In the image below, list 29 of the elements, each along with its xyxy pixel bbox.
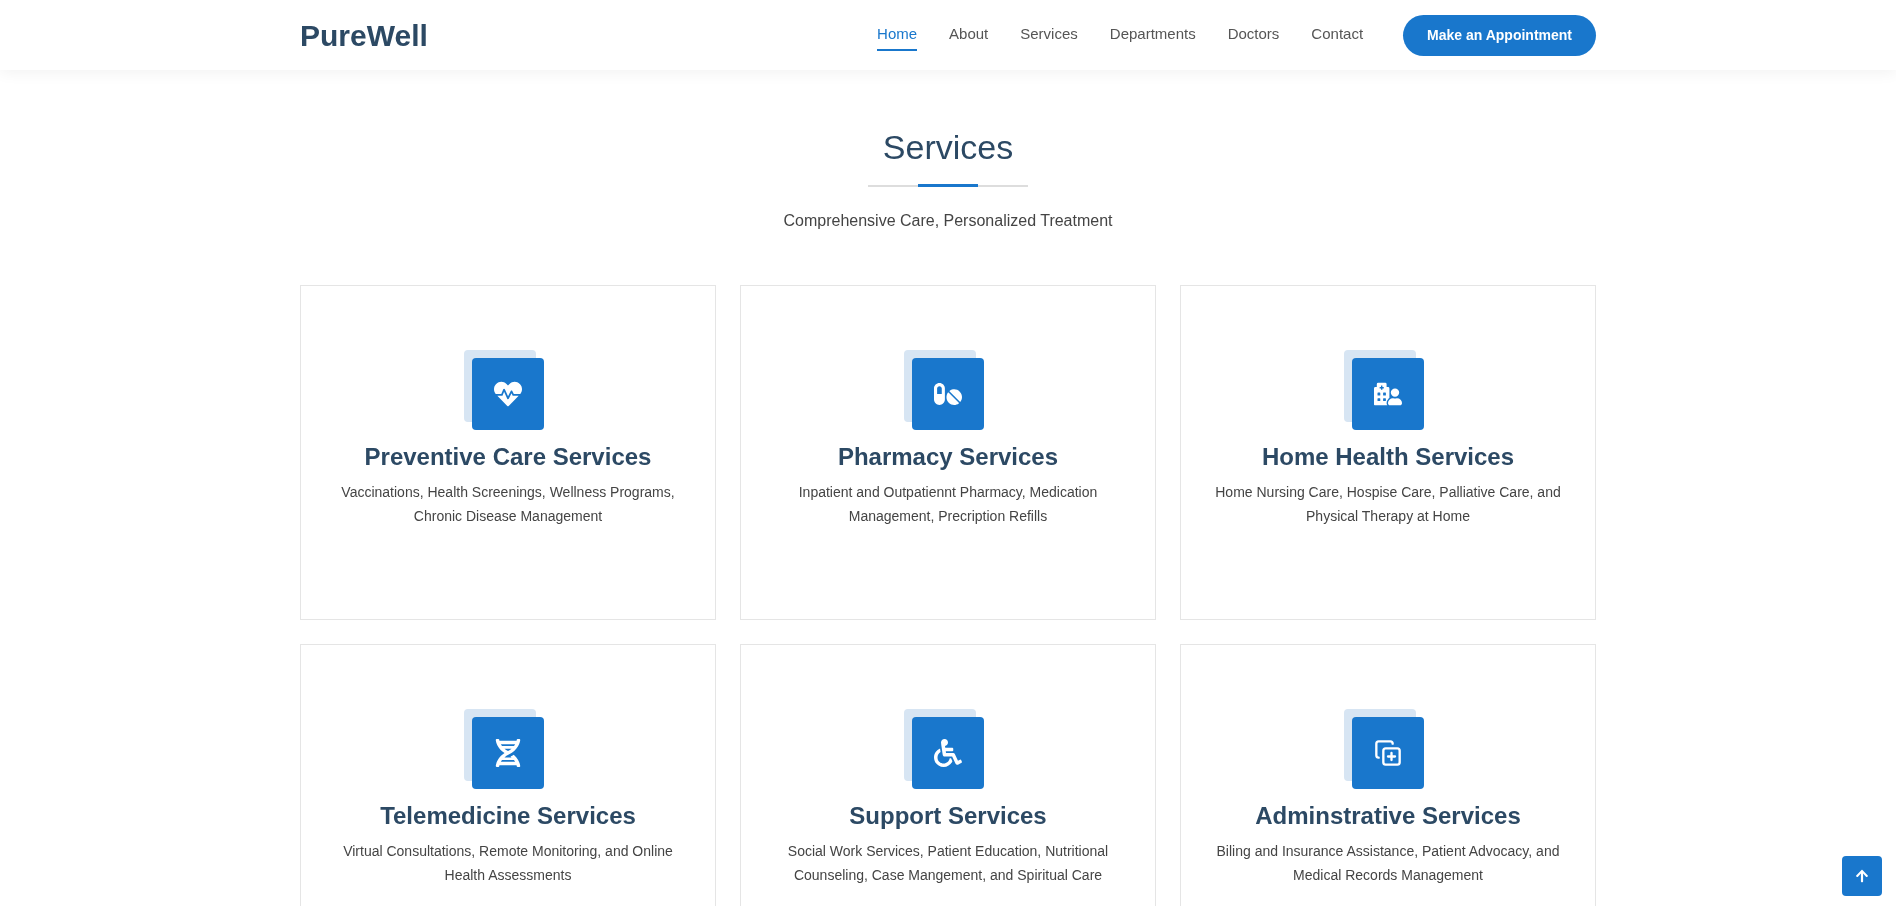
card-title: Telemedicine Services: [380, 801, 636, 831]
nav-link[interactable]: Home: [877, 18, 918, 52]
heartbeat-icon: [494, 380, 522, 408]
card-description: Vaccinations, Health Screenings, Wellness Programs, Chronic Disease Management: [340, 483, 676, 526]
card-title: Pharmacy Services: [837, 442, 1059, 472]
scroll-top-button[interactable]: [1842, 856, 1882, 896]
nav-link[interactable]: Departments: [1109, 18, 1196, 52]
card-description: Virtual Consultations, Remote Monitoring, and Online Health Assessments: [342, 842, 674, 885]
card-title: Preventive Care Services: [364, 442, 652, 472]
card-description: Social Work Services, Patient Education, Nutritional Counseling, Case Mangement, and Spiritual Care: [786, 842, 1110, 885]
wheelchair-icon: [934, 739, 962, 767]
dna-icon: [494, 739, 522, 767]
card-title: Adminstrative Services: [1255, 801, 1521, 831]
pills-icon: [934, 380, 962, 408]
card-description: Biling and Insurance Assistance, Patient Advocacy, and Medical Records Management: [1215, 842, 1561, 885]
card-description: Home Nursing Care, Hospise Care, Palliative Care, and Physical Therapy at Home: [1214, 483, 1562, 526]
card-title: Home Health Services: [1261, 442, 1515, 472]
card-description: Inpatient and Outpatiennt Pharmacy, Medication Management, Precription Refills: [797, 483, 1099, 526]
section-subtitle: Comprehensive Care, Personalized Treatment: [783, 211, 1113, 231]
stacked-plus-icon: [1374, 739, 1402, 767]
nav-link[interactable]: Services: [1020, 18, 1078, 52]
logo[interactable]: PureWell: [300, 12, 428, 58]
arrow-up-icon: [1855, 869, 1869, 883]
nav-link[interactable]: Contact: [1311, 18, 1364, 52]
nav-link[interactable]: About: [949, 18, 989, 52]
appointment-button[interactable]: Make an Appointment: [1403, 14, 1596, 56]
nav-link[interactable]: Doctors: [1227, 18, 1280, 52]
card-title: Support Services: [849, 801, 1047, 831]
section-title: Services: [882, 127, 1014, 168]
